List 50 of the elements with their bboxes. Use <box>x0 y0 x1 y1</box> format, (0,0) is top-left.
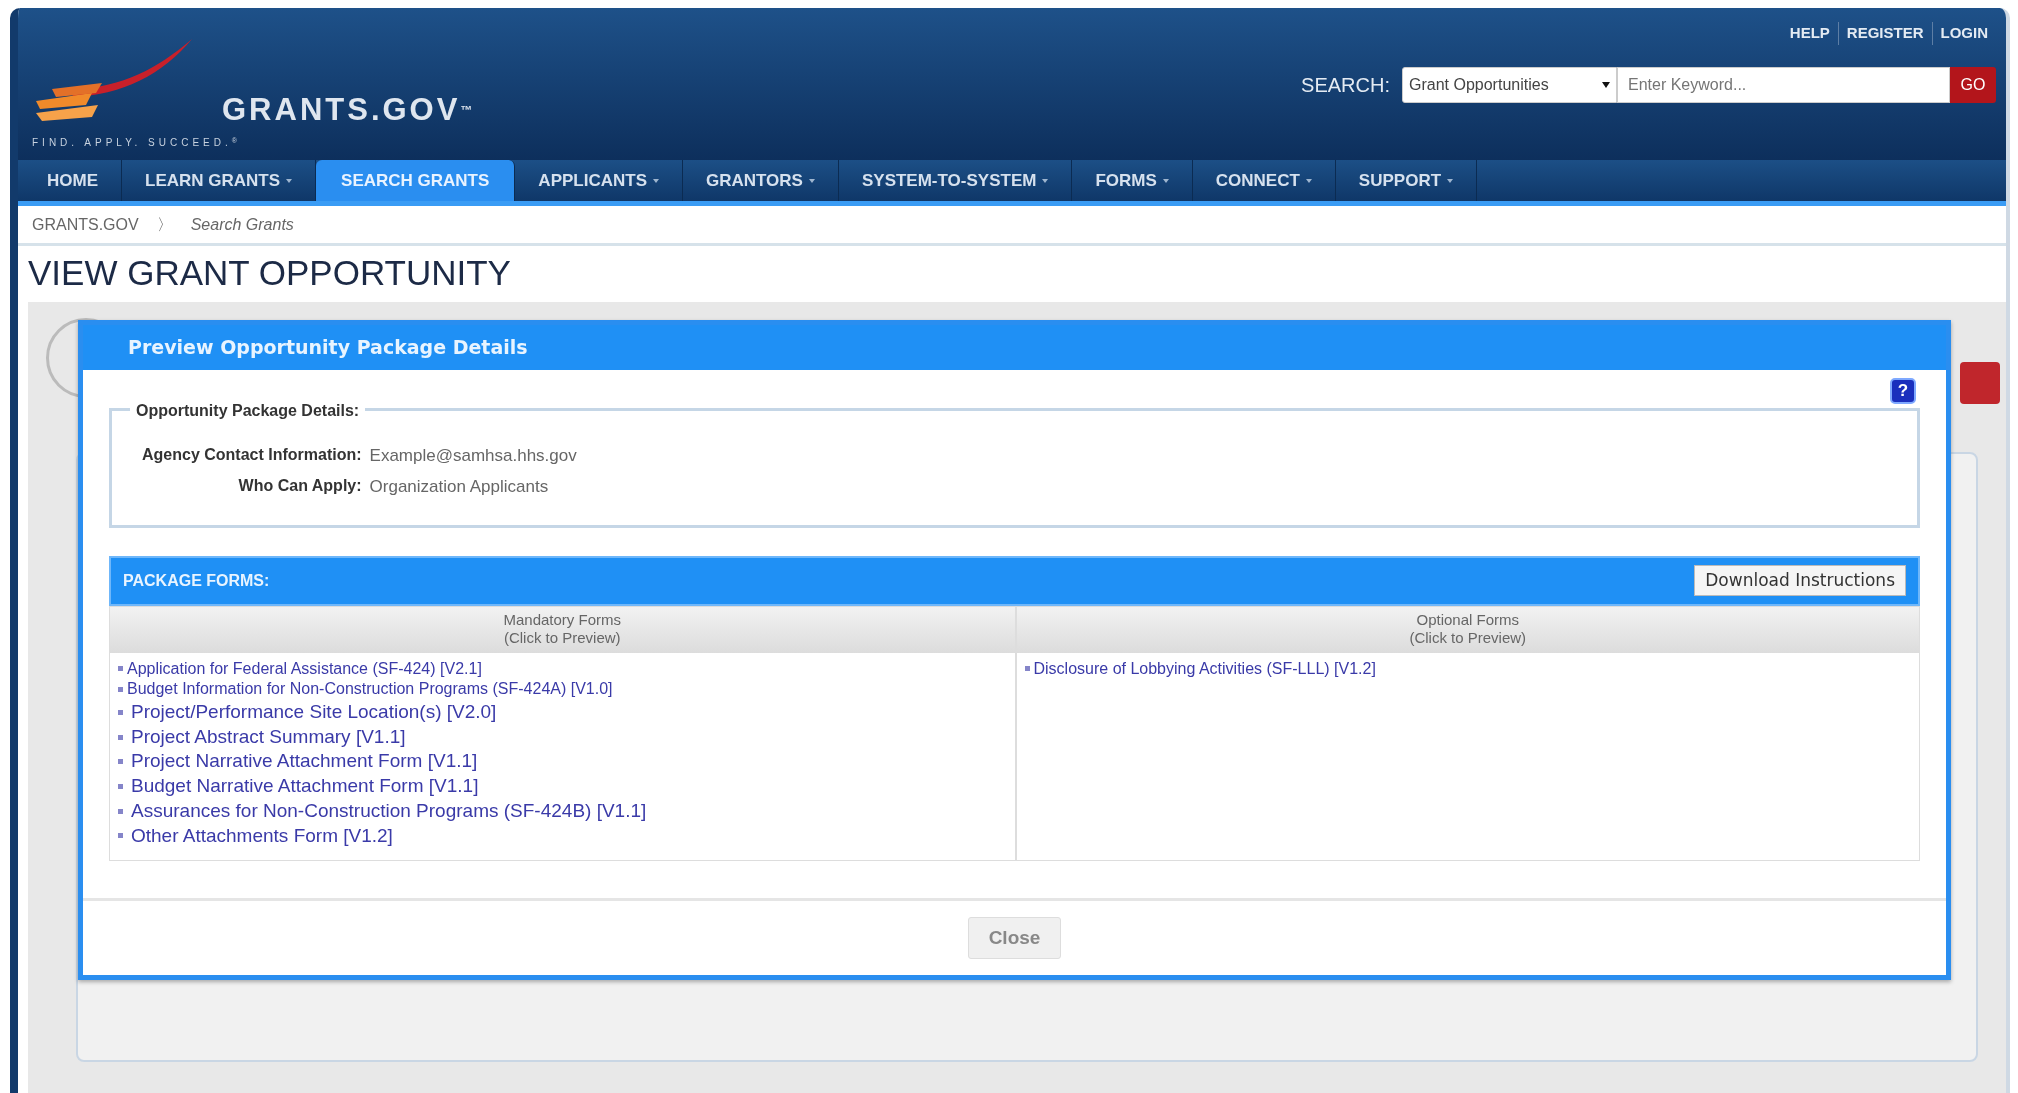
header-link[interactable]: HELP <box>1781 22 1838 45</box>
nav-tab[interactable]: CONNECT <box>1192 160 1336 201</box>
bullet-icon <box>118 666 123 672</box>
column-title: Mandatory Forms <box>503 610 621 629</box>
form-link[interactable]: Other Attachments Form [V1.2] <box>127 823 393 849</box>
form-link[interactable]: Assurances for Non-Construction Programs (SF-424B) [V1.1] <box>127 798 647 824</box>
bullet-icon <box>118 687 123 693</box>
breadcrumb-separator: 〉 <box>156 214 173 235</box>
download-button[interactable]: Download Instructions <box>1694 564 1906 597</box>
section-title: PACKAGE FORMS: <box>123 570 270 591</box>
field-label: Agency Contact Information: <box>142 444 362 465</box>
nav-tab[interactable]: FORMS <box>1072 160 1193 201</box>
field-label: Who Can Apply: <box>237 476 362 496</box>
nav-tab[interactable]: GRANTORS <box>683 160 839 201</box>
column-subtitle: (Click to Preview) <box>1409 628 1527 647</box>
tagline: FIND. APPLY. SUCCEED.$^{®}$ <box>32 135 242 150</box>
go-button[interactable]: GO <box>1950 66 1996 103</box>
form-link[interactable]: Project/Performance Site Location(s) [V2.0] <box>127 700 497 725</box>
nav-tab[interactable]: SUPPORT <box>1335 160 1478 201</box>
header-link[interactable]: LOGIN <box>1931 22 1996 45</box>
page-title: VIEW GRANT OPPORTUNITY <box>27 252 512 294</box>
dialog-title: Preview Opportunity Package Details <box>83 325 1946 370</box>
bullet-icon <box>118 759 123 765</box>
nav-tab[interactable]: HOME <box>24 160 122 201</box>
bullet-icon <box>118 808 123 814</box>
nav-tab[interactable]: SYSTEM-TO-SYSTEM <box>838 160 1073 201</box>
breadcrumb-link[interactable]: GRANTS.GOV <box>32 212 139 237</box>
logo-text: GRANTS.GOV$^{™}$ <box>222 94 476 125</box>
column-title: Optional Forms <box>1416 610 1519 629</box>
field-value: Organization Applicants <box>369 476 550 498</box>
form-link[interactable]: Project Abstract Summary [V1.1] <box>127 724 406 750</box>
bullet-icon <box>118 709 123 715</box>
breadcrumb-current: Search Grants <box>190 214 294 235</box>
search-label: SEARCH: <box>1301 72 1390 98</box>
bullet-icon <box>118 784 123 789</box>
form-link[interactable]: Project Narrative Attachment Form [V1.1] <box>127 749 478 775</box>
form-link[interactable]: Disclosure of Lobbying Activities (SF-LLL) [V1.2] <box>1033 658 1376 680</box>
help-icon[interactable]: ? <box>1890 377 1916 404</box>
bullet-icon <box>118 833 123 839</box>
header-link[interactable]: REGISTER <box>1837 22 1932 45</box>
form-link[interactable]: Budget Narrative Attachment Form [V1.1] <box>127 774 479 799</box>
category-dropdown[interactable]: Grant Opportunities <box>1402 66 1617 103</box>
keyword-field[interactable]: Enter Keyword... <box>1617 66 1950 103</box>
nav-tab[interactable]: APPLICANTS <box>515 160 683 201</box>
field-value: Example@samhsa.hhs.gov <box>369 444 577 467</box>
form-link[interactable]: Budget Information for Non-Construction Programs (SF-424A) [V1.0] <box>127 679 613 701</box>
bullet-icon <box>118 734 123 740</box>
column-subtitle: (Click to Preview) <box>503 628 621 647</box>
form-link[interactable]: Application for Federal Assistance (SF-424) [V2.1] <box>127 658 482 680</box>
bullet-icon <box>1024 666 1030 672</box>
